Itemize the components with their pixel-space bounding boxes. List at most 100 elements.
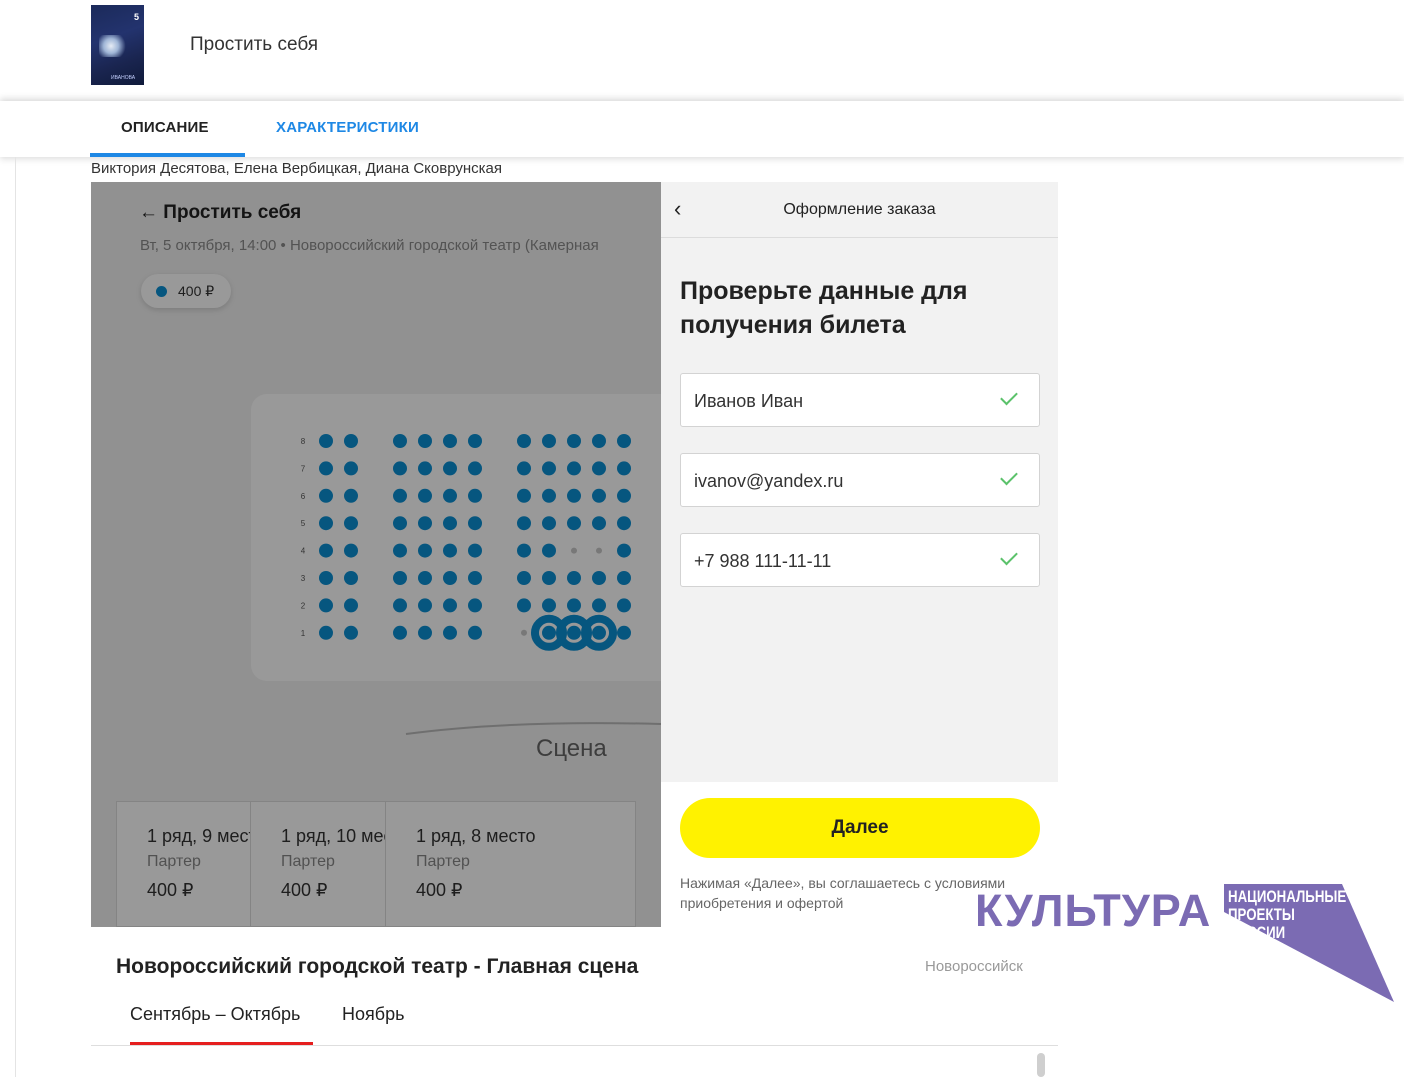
seat[interactable] [617, 625, 631, 640]
seat[interactable] [418, 625, 432, 640]
seat[interactable] [393, 543, 407, 558]
phone-field[interactable]: +7 988 111-11-11 [680, 533, 1040, 587]
seat[interactable] [517, 571, 531, 585]
seat[interactable] [344, 488, 358, 503]
seat[interactable] [468, 625, 482, 640]
seat[interactable] [443, 488, 457, 503]
seat[interactable] [319, 598, 333, 613]
seat[interactable] [592, 516, 606, 531]
seat[interactable] [468, 571, 482, 585]
tab-month-sep-oct[interactable]: Сентябрь – Октябрь [130, 1004, 300, 1025]
seat[interactable] [443, 625, 457, 640]
seat[interactable] [592, 488, 606, 503]
selected-seat-card[interactable]: 1 ряд, 10 место Партер 400 ₽ [250, 801, 386, 927]
seat[interactable] [443, 516, 457, 531]
seat[interactable] [393, 488, 407, 503]
seat[interactable] [542, 543, 556, 558]
event-poster[interactable]: 5 ИВАНОВА [91, 5, 144, 85]
seat[interactable] [319, 488, 333, 503]
seat[interactable] [617, 571, 631, 585]
seat[interactable] [393, 625, 407, 640]
seat[interactable] [393, 461, 407, 476]
seat[interactable] [344, 543, 358, 558]
tab-month-nov[interactable]: Ноябрь [342, 1004, 404, 1025]
next-button[interactable]: Далее [680, 798, 1040, 858]
seat[interactable] [344, 598, 358, 613]
seat[interactable] [418, 488, 432, 503]
scrollbar[interactable] [1037, 1053, 1045, 1077]
seat[interactable] [344, 434, 358, 448]
selected-seat-card[interactable]: 1 ряд, 9 место Партер 400 ₽ [116, 801, 251, 927]
seat[interactable] [319, 461, 333, 476]
seat[interactable] [468, 598, 482, 613]
seat[interactable] [418, 543, 432, 558]
seat[interactable] [567, 516, 581, 531]
seat[interactable] [418, 571, 432, 585]
name-field[interactable]: Иванов Иван [680, 373, 1040, 427]
seat[interactable] [567, 434, 581, 448]
seat[interactable] [443, 434, 457, 448]
seat[interactable] [319, 434, 333, 448]
seat[interactable] [592, 571, 606, 585]
seat[interactable] [617, 598, 631, 613]
seat[interactable] [567, 625, 581, 640]
seat[interactable] [468, 516, 482, 531]
seat[interactable] [567, 598, 581, 613]
seat[interactable] [468, 488, 482, 503]
seat[interactable] [418, 434, 432, 448]
seat[interactable] [592, 598, 606, 613]
seat[interactable] [344, 461, 358, 476]
seat[interactable] [468, 434, 482, 448]
seat[interactable] [592, 434, 606, 448]
seat[interactable] [319, 625, 333, 640]
seat[interactable] [443, 598, 457, 613]
seat[interactable] [567, 488, 581, 503]
seat[interactable] [418, 461, 432, 476]
seat[interactable] [517, 516, 531, 531]
seat[interactable] [592, 461, 606, 476]
seat[interactable] [393, 571, 407, 585]
seat[interactable] [393, 434, 407, 448]
selected-seat-card[interactable]: 1 ряд, 8 место Партер 400 ₽ [385, 801, 636, 927]
seat[interactable] [418, 516, 432, 531]
tab-characteristics[interactable]: ХАРАКТЕРИСТИКИ [276, 119, 419, 136]
seat[interactable] [344, 625, 358, 640]
seat[interactable] [319, 516, 333, 531]
seat[interactable] [617, 488, 631, 503]
seat[interactable] [319, 571, 333, 585]
seat[interactable] [542, 461, 556, 476]
seat[interactable] [319, 543, 333, 558]
seat[interactable] [542, 434, 556, 448]
seat[interactable] [443, 571, 457, 585]
seat[interactable] [542, 488, 556, 503]
seat[interactable] [468, 543, 482, 558]
seat[interactable] [517, 461, 531, 476]
seat[interactable] [542, 625, 556, 640]
seat[interactable] [521, 629, 527, 636]
seat[interactable] [517, 488, 531, 503]
seat[interactable] [617, 516, 631, 531]
seat[interactable] [517, 434, 531, 448]
seat[interactable] [443, 543, 457, 558]
tab-description[interactable]: ОПИСАНИЕ [121, 119, 209, 136]
seat[interactable] [571, 547, 577, 554]
seat[interactable] [393, 516, 407, 531]
seat[interactable] [592, 625, 606, 640]
seat[interactable] [542, 516, 556, 531]
seat[interactable] [596, 547, 602, 554]
seat[interactable] [567, 461, 581, 476]
seat[interactable] [344, 516, 358, 531]
seat[interactable] [393, 598, 407, 613]
seat[interactable] [617, 543, 631, 558]
seat[interactable] [344, 571, 358, 585]
seat[interactable] [418, 598, 432, 613]
seat[interactable] [443, 461, 457, 476]
seat[interactable] [517, 598, 531, 613]
seat[interactable] [468, 461, 482, 476]
seat[interactable] [517, 543, 531, 558]
email-field[interactable]: ivanov@yandex.ru [680, 453, 1040, 507]
seat[interactable] [617, 461, 631, 476]
seat[interactable] [567, 571, 581, 585]
seat[interactable] [542, 598, 556, 613]
seat[interactable] [617, 434, 631, 448]
